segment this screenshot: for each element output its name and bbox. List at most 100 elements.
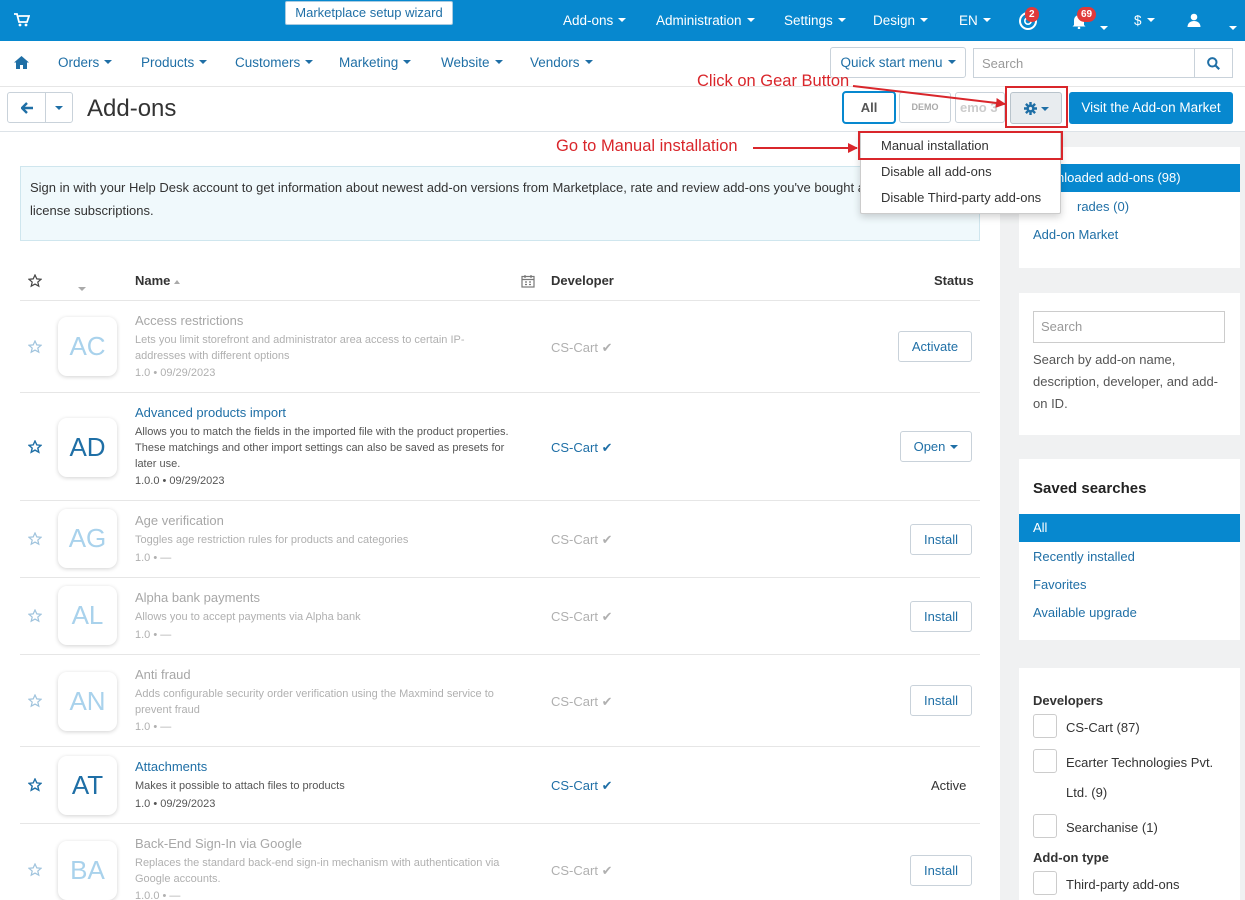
verified-check-icon: ✔: [601, 778, 613, 793]
table-row: AT Attachments Makes it possible to atta…: [20, 746, 980, 823]
caret-down-icon: [950, 444, 959, 449]
nav-marketing[interactable]: Marketing: [339, 41, 412, 87]
menu-addons[interactable]: Add-ons: [563, 0, 627, 41]
checkbox-label: Ltd. (9): [1066, 785, 1108, 800]
developer-label: CS-Cart: [551, 609, 598, 624]
checkbox-cs-cart[interactable]: [1033, 714, 1057, 738]
menu-label: EN: [959, 13, 978, 28]
addon-version: 1.0.0 • —: [135, 890, 181, 900]
menu-administration[interactable]: Administration: [656, 0, 755, 41]
addon-developer: CS-Cart ✔: [551, 340, 612, 356]
column-label: Name: [135, 273, 171, 288]
tab-demo[interactable]: DEMO: [899, 92, 951, 123]
setup-wizard-button[interactable]: Marketplace setup wizard: [285, 1, 453, 25]
manual-installation-highlight-box: [858, 131, 1063, 160]
nav-products[interactable]: Products: [141, 41, 208, 87]
nav-label: Vendors: [530, 55, 580, 70]
quick-start-menu-button[interactable]: Quick start menu: [830, 47, 966, 78]
saved-search-favorites[interactable]: Favorites: [1033, 577, 1086, 592]
menu-design[interactable]: Design: [873, 0, 929, 41]
checkbox-third-party[interactable]: [1033, 871, 1057, 895]
addon-name[interactable]: Access restrictions: [135, 313, 243, 328]
favorite-star-icon[interactable]: [28, 340, 42, 354]
install-button[interactable]: Install: [910, 685, 972, 716]
nav-label: Website: [441, 55, 490, 70]
favorite-star-icon[interactable]: [28, 532, 42, 546]
language-menu[interactable]: EN: [959, 0, 991, 41]
addon-name[interactable]: Alpha bank payments: [135, 590, 260, 605]
help-badge: 2: [1025, 7, 1039, 22]
install-button[interactable]: Install: [910, 855, 972, 886]
favorite-filter-icon[interactable]: [28, 274, 42, 288]
nav-customers[interactable]: Customers: [235, 41, 314, 87]
visit-addon-market-button[interactable]: Visit the Add-on Market: [1069, 92, 1233, 124]
menu-item-disable-third-party[interactable]: Disable Third-party add-ons: [881, 190, 1041, 205]
addon-name[interactable]: Attachments: [135, 759, 207, 774]
developer-label: CS-Cart: [551, 440, 598, 455]
verified-check-icon: ✔: [601, 863, 613, 878]
saved-search-available-upgrade[interactable]: Available upgrade: [1033, 605, 1137, 620]
nav-vendors[interactable]: Vendors: [530, 41, 593, 87]
saved-search-recently-installed[interactable]: Recently installed: [1033, 549, 1135, 564]
developer-label: CS-Cart: [551, 694, 598, 709]
menu-settings[interactable]: Settings: [784, 0, 846, 41]
back-history-dropdown[interactable]: [45, 92, 73, 123]
nav-orders[interactable]: Orders: [58, 41, 113, 87]
addon-name[interactable]: Anti fraud: [135, 667, 191, 682]
table-row: AG Age verification Toggles age restrict…: [20, 500, 980, 577]
addon-description: Replaces the standard back-end sign-in m…: [135, 857, 500, 885]
checkbox-searchanise[interactable]: [1033, 814, 1057, 838]
addon-version: 1.0 • —: [135, 552, 172, 564]
sidebar-item-market[interactable]: Add-on Market: [1033, 227, 1118, 242]
menu-label: Settings: [784, 13, 833, 28]
sidebar-search-card: Search Search by add-on name, descriptio…: [1019, 293, 1240, 435]
favorite-star-icon[interactable]: [28, 863, 42, 877]
sidebar-item-upgrades[interactable]: rades (0): [1077, 199, 1129, 214]
nav-website[interactable]: Website: [441, 41, 503, 87]
arrow-left-icon: [21, 102, 33, 114]
menu-item-disable-all-addons[interactable]: Disable all add-ons: [881, 164, 992, 179]
currency-menu[interactable]: $: [1134, 0, 1155, 41]
addon-version: 1.0 • —: [135, 629, 172, 641]
calendar-icon[interactable]: [521, 274, 535, 288]
open-button[interactable]: Open: [900, 431, 972, 462]
activate-button[interactable]: Activate: [898, 331, 972, 362]
column-name[interactable]: Name: [135, 273, 181, 288]
favorite-star-icon[interactable]: [28, 609, 42, 623]
verified-check-icon: ✔: [601, 532, 613, 547]
caret-down-icon: [618, 18, 627, 23]
favorite-star-icon[interactable]: [28, 694, 42, 708]
column-developer: Developer: [551, 273, 614, 288]
sidebar-search-input[interactable]: Search: [1033, 311, 1225, 343]
install-button[interactable]: Install: [910, 601, 972, 632]
nav-label: Customers: [235, 55, 301, 70]
search-input[interactable]: Search: [973, 48, 1195, 78]
saved-search-all[interactable]: All: [1019, 514, 1240, 542]
favorite-star-icon[interactable]: [28, 440, 42, 454]
caret-down-icon: [305, 60, 314, 65]
addon-version: 1.0.0 • 09/29/2023: [135, 475, 225, 487]
tab-demo-3[interactable]: emo 3: [955, 92, 1005, 123]
saved-searches-title: Saved searches: [1033, 480, 1147, 497]
addon-name[interactable]: Age verification: [135, 513, 224, 528]
filters-card: Developers CS-Cart (87) Ecarter Technolo…: [1019, 668, 1240, 900]
addon-name[interactable]: Back-End Sign-In via Google: [135, 836, 302, 851]
caret-down-icon: [837, 18, 846, 23]
nav-label: Products: [141, 55, 195, 70]
addon-name[interactable]: Advanced products import: [135, 405, 286, 420]
tab-all[interactable]: All: [842, 91, 896, 124]
addon-logo: AT: [58, 756, 117, 815]
addon-version: 1.0 • 09/29/2023: [135, 367, 216, 379]
caret-down-icon: [920, 18, 929, 23]
user-icon[interactable]: [1187, 13, 1201, 27]
checkbox-ecarter[interactable]: [1033, 749, 1057, 773]
install-button[interactable]: Install: [910, 524, 972, 555]
home-icon[interactable]: [14, 56, 29, 69]
cart-icon[interactable]: [14, 13, 30, 27]
menu-label: $: [1134, 13, 1142, 28]
addon-logo: AL: [58, 586, 117, 645]
addon-description: Toggles age restriction rules for produc…: [135, 534, 409, 546]
back-button[interactable]: [7, 92, 46, 123]
favorite-star-icon[interactable]: [28, 778, 42, 792]
search-button[interactable]: [1194, 48, 1233, 78]
